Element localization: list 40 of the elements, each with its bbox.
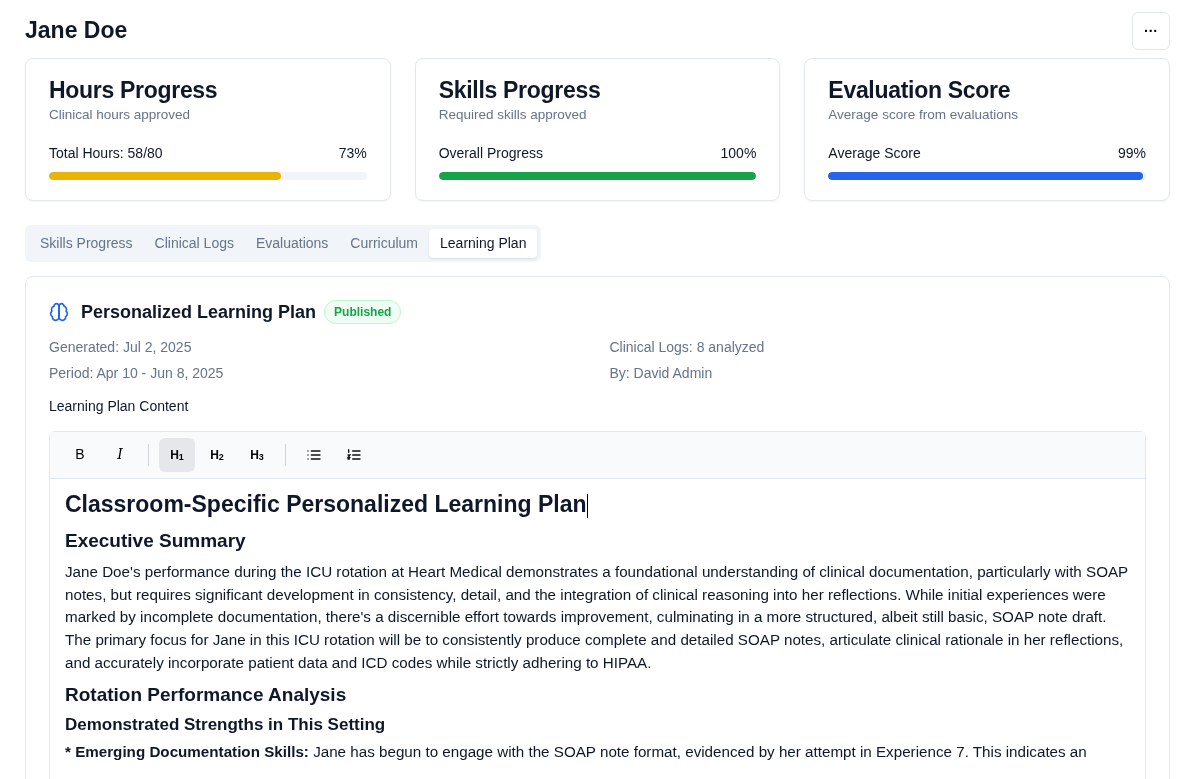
tab[interactable]: Learning Plan xyxy=(429,228,538,258)
heading-button[interactable]: H$_{2}$ xyxy=(199,437,235,472)
document-heading: Rotation Performance Analysis xyxy=(65,684,348,707)
card-title: Hours Progress xyxy=(49,77,219,105)
tab[interactable]: Skills Progress xyxy=(29,228,144,258)
numbered-list-icon xyxy=(346,446,362,463)
document-heading: Demonstrated Strengths in This Setting xyxy=(65,715,387,736)
meta-text: By: David Admin xyxy=(609,364,713,381)
card-subtitle: Clinical hours approved xyxy=(49,105,192,124)
italic-button[interactable]: I xyxy=(102,437,138,472)
plan-title: Personalized Learning Plan xyxy=(81,300,317,324)
more-button[interactable]: ··· xyxy=(1132,12,1170,50)
card-title: Evaluation Score xyxy=(828,77,1012,105)
tab[interactable]: Evaluations xyxy=(244,228,340,258)
meta-text: Clinical Logs: 8 analyzed xyxy=(609,338,765,355)
status-badge: Published xyxy=(324,300,402,325)
meta-text: Period: Apr 10 - Jun 8, 2025 xyxy=(49,364,224,381)
progress-percent: 99% xyxy=(1118,143,1146,163)
card-subtitle: Average score from evaluations xyxy=(828,105,1019,124)
tab[interactable]: Curriculum xyxy=(339,228,430,258)
section-label: Learning Plan Content xyxy=(49,396,190,416)
card-subtitle: Required skills approved xyxy=(438,105,588,124)
progress-percent: 73% xyxy=(338,143,367,163)
progress-percent: 100% xyxy=(720,143,757,163)
card-title: Skills Progress xyxy=(438,77,602,105)
page-title: Jane Doe xyxy=(25,17,128,45)
paragraph: * Emerging Documentation Skills: Jane has begun to engage with the SOAP note format, evidenced by her attempt in Experience 7. This indicates an xyxy=(65,742,1088,763)
progress-label: Total Hours: 58/80 xyxy=(49,143,163,163)
document-heading: Executive Summary xyxy=(65,530,247,554)
heading-button[interactable]: H$_{1}$ xyxy=(159,437,195,472)
tab[interactable]: Clinical Logs xyxy=(143,228,245,258)
meta-text: Generated: Jul 2, 2025 xyxy=(49,338,192,355)
text-cursor xyxy=(586,493,588,518)
brain-icon xyxy=(49,302,69,323)
document-heading: Classroom-Specific Personalized Learning Plan xyxy=(65,490,589,519)
progress-label: Average Score xyxy=(828,143,921,163)
paragraph: Jane Doe's performance during the ICU rotation at Heart Medical demonstrates a foundational understanding of clinical documentation, particularly with SOAP notes, but requires significant development in consistency, detail, and the integration of clinical reasoning into her reflections. While initial experiences were marked by incomplete documentation, there's a discernible effort towards improvement, culminating in a more structured, albeit still basic, SOAP note draft. The primary focus for Jane in this ICU rotation will be to consistently produce complete and detailed SOAP notes, articulate clinical rationale in her reflections, and accurately incorporate patient data and ICD codes while strictly adhering to HIPAA. xyxy=(65,562,1129,673)
progress-label: Overall Progress xyxy=(438,143,543,163)
heading-button[interactable]: H$_{3}$ xyxy=(239,437,275,472)
bold-button[interactable]: B xyxy=(62,437,98,472)
